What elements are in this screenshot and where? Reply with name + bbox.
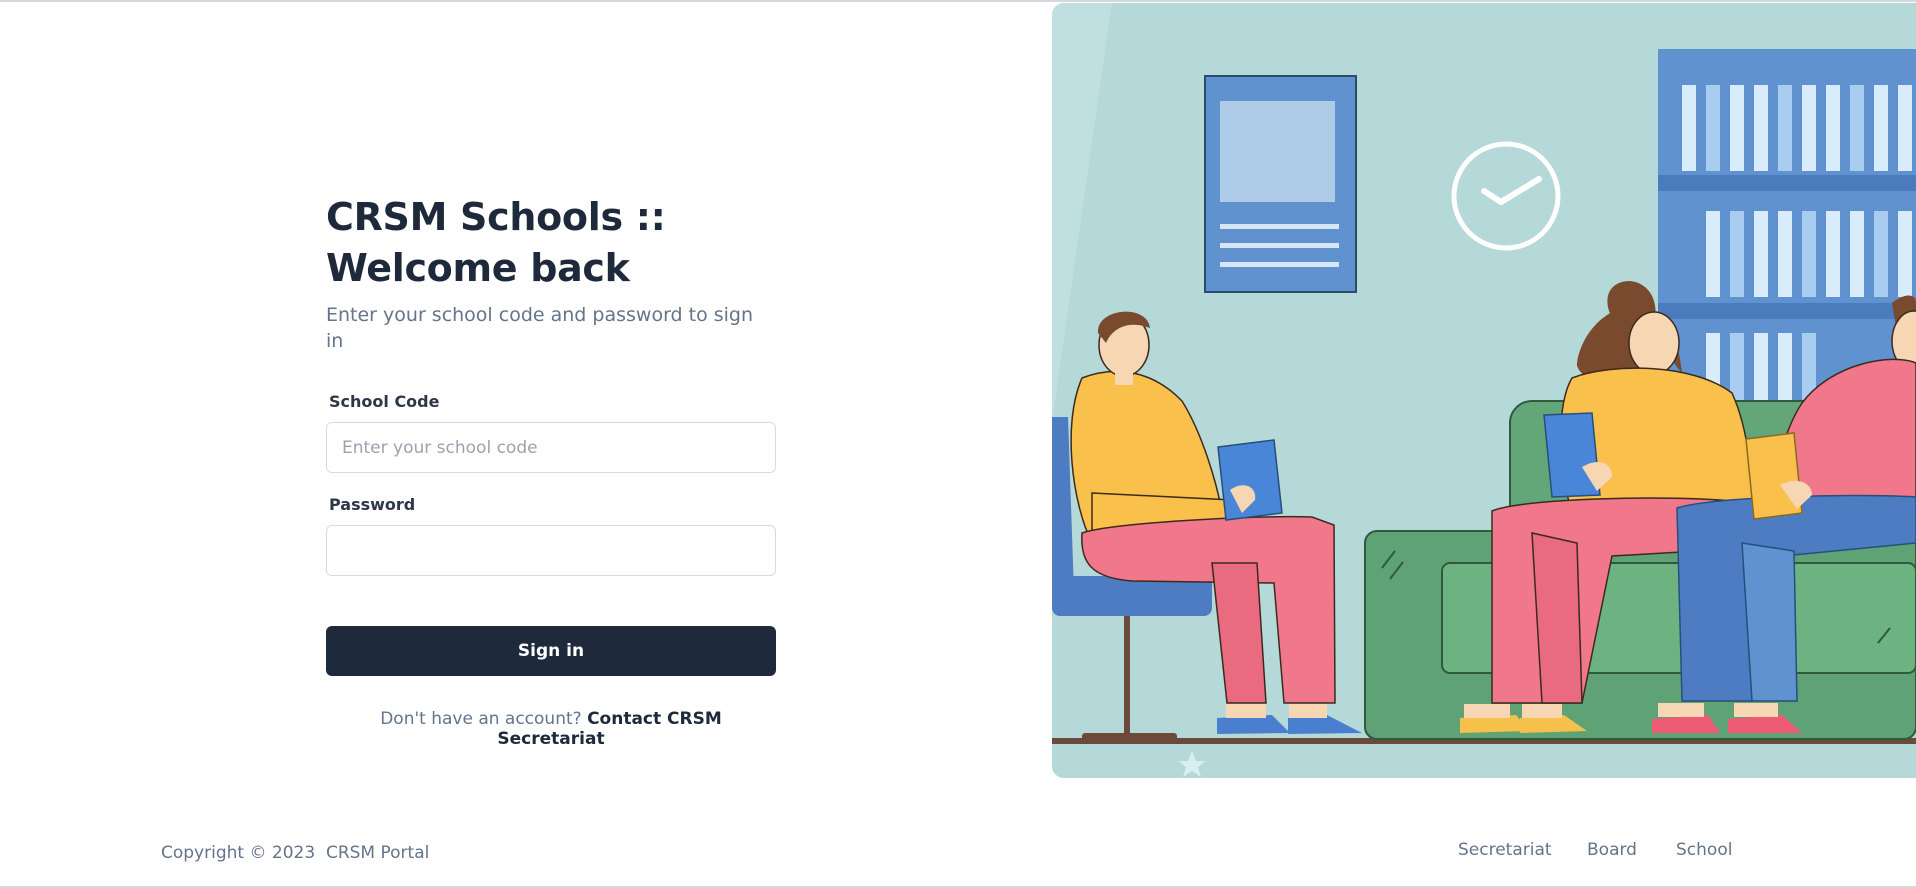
- sign-in-button[interactable]: Sign in: [326, 626, 776, 676]
- people-reading-illustration: [1052, 3, 1916, 778]
- footer-link-secretariat[interactable]: Secretariat: [1458, 840, 1552, 860]
- page-title: CRSM Schools :: Welcome back: [326, 195, 666, 290]
- signup-prompt-text: Don't have an account?: [380, 709, 582, 729]
- school-code-input[interactable]: [326, 422, 776, 473]
- wall-poster-icon: [1204, 75, 1357, 293]
- top-border: [0, 0, 1916, 2]
- bookshelf-icon: [1658, 49, 1916, 409]
- sign-in-panel: CRSM Schools :: Welcome back Enter your …: [326, 192, 776, 749]
- password-label: Password: [329, 495, 416, 514]
- footer-link-board[interactable]: Board: [1587, 840, 1637, 860]
- password-input[interactable]: [326, 525, 776, 576]
- copyright-text: Copyright © 2023 CRSM Portal: [161, 843, 430, 863]
- page-subtitle: Enter your school code and password to s…: [326, 304, 754, 352]
- school-code-label: School Code: [329, 392, 440, 411]
- signup-prompt-row: Don't have an account? Contact CRSM Secr…: [326, 709, 776, 749]
- footer-link-school[interactable]: School: [1676, 840, 1732, 860]
